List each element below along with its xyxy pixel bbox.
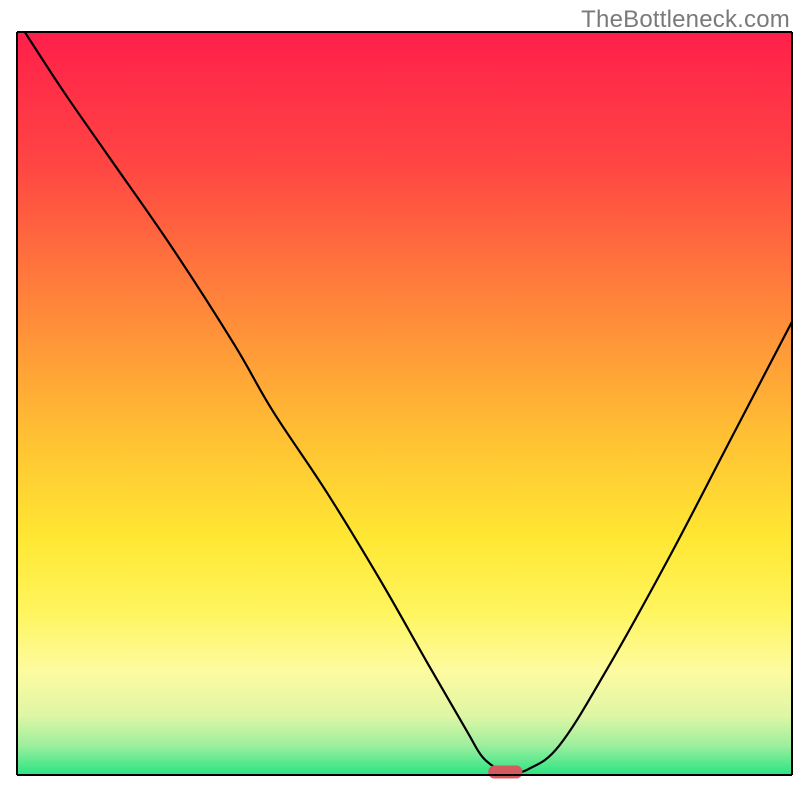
watermark-text: TheBottleneck.com bbox=[581, 6, 790, 34]
bottleneck-plot bbox=[0, 0, 800, 800]
gradient-background bbox=[17, 32, 792, 775]
chart-stage: TheBottleneck.com bbox=[0, 0, 800, 800]
optimal-marker bbox=[488, 766, 522, 779]
